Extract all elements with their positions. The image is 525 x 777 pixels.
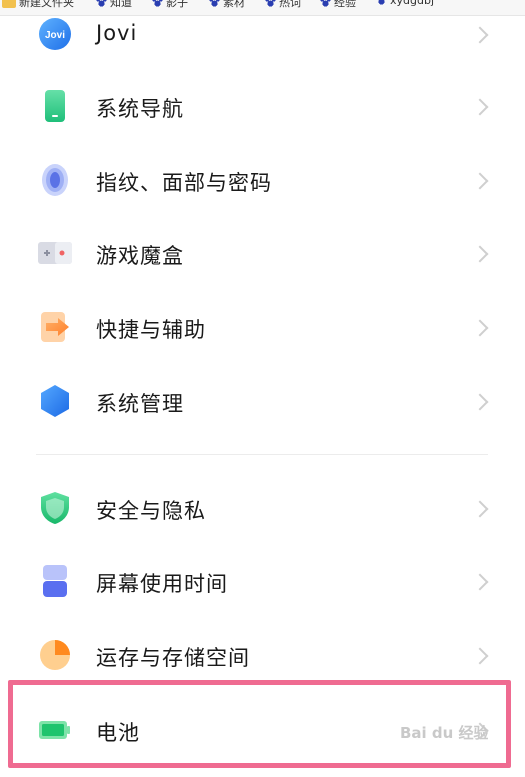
watermark-text: Bai du 经验 [400,724,489,742]
settings-item-label: 指纹、面部与密码 [96,171,272,195]
jovi-badge-text: Jovi [45,30,65,41]
settings-item-game-box[interactable]: 游戏魔盒 [0,218,525,292]
settings-item-jovi[interactable]: Jovi Jovi [0,0,525,74]
settings-item-label: 安全与隐私 [96,499,206,523]
hexagon-icon [41,385,69,417]
chevron-right-icon [471,98,489,116]
settings-item-label: 游戏魔盒 [96,244,184,268]
pie-icon [40,640,70,670]
settings-item-label: 系统管理 [96,392,184,416]
settings-item-label: 快捷与辅助 [96,318,206,342]
chevron-right-icon [471,26,489,44]
hourglass-icon [43,565,67,597]
chevron-right-icon [471,319,489,337]
chevron-right-icon [471,393,489,411]
settings-item-label: 运存与存储空间 [96,646,250,670]
chevron-right-icon [471,573,489,591]
gamepad-icon [38,242,72,264]
settings-item-label: 系统导航 [96,97,184,121]
settings-item-label: 屏幕使用时间 [96,572,228,596]
chevron-right-icon [471,500,489,518]
phone-icon [45,90,65,122]
settings-item-system-navigation[interactable]: 系统导航 [0,71,525,145]
settings-item-label: Jovi [96,21,138,45]
settings-item-screen-time[interactable]: 屏幕使用时间 [0,546,525,620]
fingerprint-icon [42,164,68,196]
section-divider [36,454,488,455]
chevron-right-icon [471,172,489,190]
settings-item-fingerprint-face-password[interactable]: 指纹、面部与密码 [0,145,525,219]
settings-item-shortcuts-accessibility[interactable]: 快捷与辅助 [0,292,525,366]
chevron-right-icon [471,245,489,263]
watermark: Bai du 经验 [400,722,489,743]
settings-item-system-management[interactable]: 系统管理 [0,366,525,440]
jovi-icon: Jovi [39,18,71,50]
chevron-right-icon [471,647,489,665]
shield-icon [41,492,69,524]
settings-item-security-privacy[interactable]: 安全与隐私 [0,473,525,547]
shortcut-arrow-icon [41,312,69,342]
